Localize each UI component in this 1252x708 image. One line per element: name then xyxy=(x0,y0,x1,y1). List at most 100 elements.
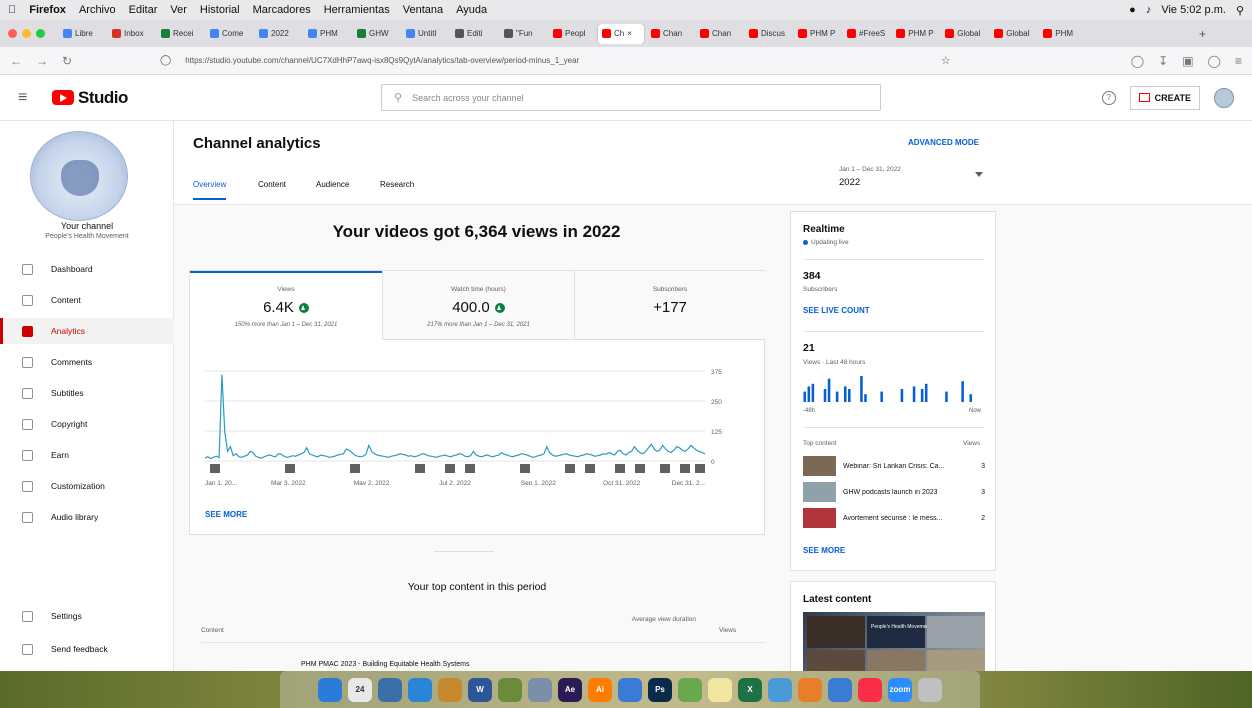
menu-herramientas[interactable]: Herramientas xyxy=(324,4,390,16)
shield-icon[interactable]: ◯ xyxy=(160,55,171,66)
dock-app-icon[interactable] xyxy=(378,677,402,702)
browser-tab[interactable]: Come xyxy=(206,24,252,44)
menu-editar[interactable]: Editar xyxy=(129,4,158,16)
sidebar-item-send-feedback[interactable]: Send feedback xyxy=(0,636,174,662)
help-icon[interactable]: ? xyxy=(1101,90,1116,105)
realtime-bar[interactable] xyxy=(912,386,916,402)
browser-tab[interactable]: Chan xyxy=(647,24,693,44)
date-dropdown-icon[interactable] xyxy=(975,172,983,177)
realtime-bar[interactable] xyxy=(827,378,831,402)
dock-app-icon[interactable]: zoom xyxy=(888,677,912,702)
sidebar-item-content[interactable]: Content xyxy=(0,287,174,313)
top-content-row[interactable]: GHW podcasts launch in 2023 3 xyxy=(803,482,985,502)
dock-app-icon[interactable] xyxy=(498,677,522,702)
browser-tab[interactable]: 2022 xyxy=(255,24,301,44)
video-publish-marker[interactable] xyxy=(660,464,670,473)
top-content-row[interactable]: Webinar: Sri Lankan Crisis: Ca... 3 xyxy=(803,456,985,476)
reload-icon[interactable]: ↻ xyxy=(62,54,72,68)
dock-app-icon[interactable] xyxy=(528,677,552,702)
realtime-bar[interactable] xyxy=(823,389,827,402)
browser-tab[interactable]: PHM P xyxy=(892,24,938,44)
search-spotlight-icon[interactable]: ⚲ xyxy=(1236,4,1244,17)
browser-tab[interactable]: Discus xyxy=(745,24,791,44)
top-content-row[interactable]: Avortement sécurisé : le mess... 2 xyxy=(803,508,985,528)
realtime-bar[interactable] xyxy=(945,391,948,402)
top-content-item[interactable]: PHM PMAC 2023 - Building Equitable Healt… xyxy=(301,661,469,668)
browser-tab[interactable]: Ch × xyxy=(598,23,644,44)
sidebar-item-customization[interactable]: Customization xyxy=(0,473,174,499)
realtime-bar[interactable] xyxy=(848,389,851,402)
realtime-bar[interactable] xyxy=(811,383,815,402)
studio-logo[interactable]: Studio xyxy=(52,88,128,108)
dock-app-icon[interactable]: Ai xyxy=(588,677,612,702)
browser-tab[interactable]: Chan xyxy=(696,24,742,44)
tab-research[interactable]: Research xyxy=(380,180,414,189)
realtime-bar[interactable] xyxy=(969,394,972,402)
menu-ayuda[interactable]: Ayuda xyxy=(456,4,487,16)
hamburger-menu-icon[interactable]: ≡ xyxy=(18,89,52,107)
pocket-icon[interactable]: ◯ xyxy=(1131,54,1144,68)
date-range-value[interactable]: 2022 xyxy=(839,177,860,188)
realtime-bar[interactable] xyxy=(880,391,883,402)
create-button[interactable]: CREATE xyxy=(1129,85,1200,110)
realtime-bar[interactable] xyxy=(807,386,811,402)
dock-app-icon[interactable]: Ps xyxy=(648,677,672,702)
dock-app-icon[interactable] xyxy=(798,677,822,702)
browser-tab[interactable]: Editi xyxy=(451,24,497,44)
browser-tab[interactable]: PHM P xyxy=(794,24,840,44)
browser-tab[interactable]: Peopl xyxy=(549,24,595,44)
video-publish-marker[interactable] xyxy=(415,464,425,473)
forward-icon[interactable]: → xyxy=(36,54,48,68)
menu-marcadores[interactable]: Marcadores xyxy=(253,4,311,16)
back-icon[interactable]: ← xyxy=(10,54,22,68)
browser-tab[interactable]: Global xyxy=(990,24,1036,44)
sidebar-item-analytics[interactable]: Analytics xyxy=(0,318,174,344)
latest-video-thumbnail[interactable]: People's Health Movement S... xyxy=(803,612,985,680)
browser-tab[interactable]: "Fun xyxy=(500,24,546,44)
sidebar-item-settings[interactable]: Settings xyxy=(0,603,174,629)
account-icon[interactable]: ◯ xyxy=(1208,54,1221,68)
channel-avatar[interactable] xyxy=(30,131,128,221)
video-publish-marker[interactable] xyxy=(465,464,475,473)
sidebar-item-earn[interactable]: Earn xyxy=(0,442,174,468)
menu-archivo[interactable]: Archivo xyxy=(79,4,116,16)
dock-app-icon[interactable]: X xyxy=(738,677,762,702)
video-publish-marker[interactable] xyxy=(445,464,455,473)
video-publish-marker[interactable] xyxy=(285,464,295,473)
apple-icon[interactable]:  xyxy=(8,4,16,16)
dock-app-icon[interactable]: W xyxy=(468,677,492,702)
dock-app-icon[interactable] xyxy=(708,677,732,702)
realtime-bar[interactable] xyxy=(835,391,839,402)
dock-app-icon[interactable] xyxy=(618,677,642,702)
advanced-mode-button[interactable]: ADVANCED MODE xyxy=(908,138,979,147)
search-input[interactable]: ⚲ Search across your channel xyxy=(381,84,881,111)
video-publish-marker[interactable] xyxy=(680,464,690,473)
tab-overview[interactable]: Overview xyxy=(193,180,227,200)
metric-watch-time[interactable]: Watch time (hours) 400.0 217% more than … xyxy=(382,271,574,340)
metric-views[interactable]: Views 6.4K 150% more than Jan 1 – Dec 31… xyxy=(190,271,382,340)
tab-audience[interactable]: Audience xyxy=(316,180,349,189)
see-more-button[interactable]: SEE MORE xyxy=(205,510,247,519)
realtime-bar[interactable] xyxy=(900,389,904,402)
realtime-bar[interactable] xyxy=(843,386,847,402)
browser-tab[interactable]: Recei xyxy=(157,24,203,44)
menu-ver[interactable]: Ver xyxy=(170,4,187,16)
video-publish-marker[interactable] xyxy=(210,464,220,473)
realtime-bar[interactable] xyxy=(961,381,964,402)
dock-app-icon[interactable] xyxy=(438,677,462,702)
browser-tab[interactable]: Global xyxy=(941,24,987,44)
download-icon[interactable]: ↧ xyxy=(1158,54,1168,68)
realtime-bar-chart[interactable] xyxy=(803,376,973,402)
dock-app-icon[interactable]: Ae xyxy=(558,677,582,702)
browser-tab[interactable]: Untitl xyxy=(402,24,448,44)
views-series-line[interactable] xyxy=(205,374,706,460)
menu-icon[interactable]: ≡ xyxy=(1235,54,1242,68)
menu-ventana[interactable]: Ventana xyxy=(403,4,443,16)
realtime-see-more-button[interactable]: SEE MORE xyxy=(803,546,845,555)
realtime-bar[interactable] xyxy=(860,376,863,402)
browser-tab[interactable]: Libre xyxy=(59,24,105,44)
views-line-chart[interactable]: 375 250 125 0 Jan 1, 20... Mar 3, 2022 May 2, … xyxy=(205,365,725,485)
minimize-window-icon[interactable] xyxy=(22,29,31,38)
new-tab-icon[interactable]: + xyxy=(1199,27,1206,41)
dock-app-icon[interactable] xyxy=(858,677,882,702)
